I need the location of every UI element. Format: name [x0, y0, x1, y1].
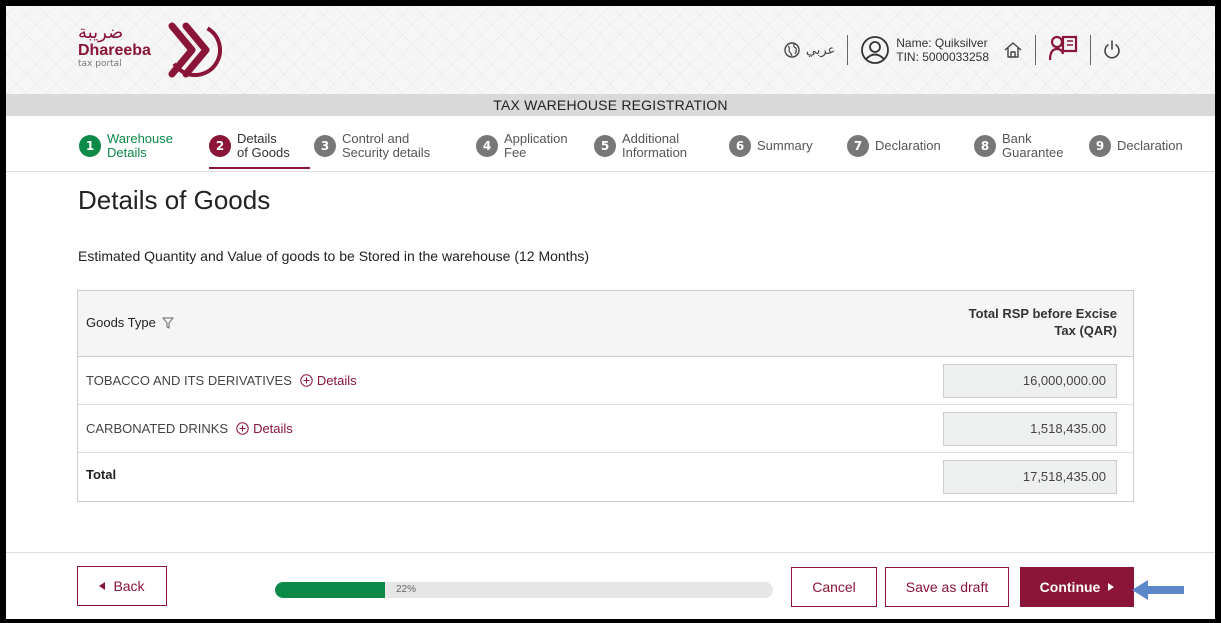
logo-arabic: ضريبة	[78, 22, 124, 43]
step-label: Control and	[342, 131, 410, 146]
logout-power-icon[interactable]	[1103, 40, 1121, 60]
step-label: Bank	[1002, 131, 1032, 146]
section-subtitle: Estimated Quantity and Value of goods to…	[78, 248, 590, 264]
column-label: Goods Type	[86, 315, 156, 330]
language-label: عربي	[805, 42, 836, 58]
user-tin: TIN: 5000033258	[896, 50, 989, 64]
step-number: 6	[729, 135, 751, 157]
table-row: CARBONATED DRINKS Details 1,518,435.00	[78, 405, 1133, 453]
step-number: 5	[594, 135, 616, 157]
plus-circle-icon	[236, 422, 249, 435]
step-label: Additional	[622, 131, 680, 146]
filter-icon[interactable]	[161, 317, 174, 329]
goods-type-column-header[interactable]: Goods Type	[86, 315, 174, 330]
step-label: Details	[237, 131, 277, 146]
step-number: 2	[209, 135, 231, 157]
back-label: Back	[113, 578, 145, 594]
divider	[847, 35, 849, 65]
user-guide-icon[interactable]	[1048, 34, 1078, 66]
step-number: 7	[847, 135, 869, 157]
user-profile[interactable]: Name: Quiksilver TIN: 5000033258	[860, 35, 989, 65]
step-label: Security details	[342, 145, 431, 160]
total-row: Total 17,518,435.00	[78, 453, 1133, 501]
step-label: of Goods	[237, 145, 290, 160]
step-label: Declaration	[875, 138, 941, 153]
page-title: Details of Goods	[78, 185, 271, 215]
back-button[interactable]: Back	[77, 566, 167, 606]
page-band-title: TAX WAREHOUSE REGISTRATION	[6, 94, 1215, 116]
progress-label: 22%	[396, 584, 417, 595]
column-label: Tax (QAR)	[1054, 323, 1117, 338]
active-step-underline	[209, 167, 310, 169]
rsp-column-header: Total RSP before Excise Tax (QAR)	[947, 305, 1117, 339]
divider	[1090, 35, 1091, 65]
step-label: Summary	[757, 138, 813, 153]
divider	[1035, 35, 1036, 65]
registration-stepper: 1 Warehouse Details 2 Details of Goods 3 C…	[6, 118, 1215, 172]
progress-bar	[275, 582, 773, 598]
top-header: ضريبة Dhareeba tax portal عربي Name: Qui…	[6, 6, 1215, 94]
step-additional-information[interactable]: 5 Additional Information	[594, 126, 687, 166]
home-icon[interactable]	[1003, 40, 1023, 60]
details-link-label: Details	[316, 373, 357, 388]
step-number: 3	[314, 135, 336, 157]
continue-label: Continue	[1039, 579, 1101, 595]
annotation-arrow-icon	[1132, 580, 1184, 600]
dhareeba-logo-text[interactable]: ضريبة Dhareeba tax portal	[78, 22, 168, 70]
progress-fill	[275, 582, 385, 598]
step-label: Details	[107, 145, 147, 160]
table-header: Goods Type Total RSP before Excise Tax (…	[78, 291, 1133, 357]
step-bank-guarantee[interactable]: 8 Bank Guarantee	[974, 126, 1063, 166]
language-switch[interactable]: عربي	[784, 42, 835, 58]
rsp-value-field: 16,000,000.00	[943, 364, 1117, 398]
save-draft-button[interactable]: Save as draft	[885, 567, 1009, 607]
goods-type-name: TOBACCO AND ITS DERIVATIVES	[86, 373, 292, 388]
globe-icon	[784, 42, 800, 58]
table-row: TOBACCO AND ITS DERIVATIVES Details 16,0…	[78, 357, 1133, 405]
logo-english: Dhareeba	[78, 42, 151, 59]
footer-bar: Back 22% Cancel Save as draft Continue	[6, 552, 1215, 619]
step-label: Information	[622, 145, 688, 160]
step-number: 8	[974, 135, 996, 157]
step-label: Fee	[504, 145, 527, 160]
step-label: Warehouse	[107, 131, 173, 146]
step-control-security[interactable]: 3 Control and Security details	[314, 126, 430, 166]
step-label: Declaration	[1117, 138, 1183, 153]
step-number: 1	[79, 135, 101, 157]
step-declaration[interactable]: 7 Declaration	[847, 126, 941, 166]
continue-button[interactable]: Continue	[1020, 567, 1134, 607]
step-number: 9	[1089, 135, 1111, 157]
details-link[interactable]: Details	[236, 421, 293, 436]
triangle-left-icon	[99, 582, 106, 590]
step-details-of-goods[interactable]: 2 Details of Goods	[209, 126, 290, 166]
triangle-right-icon	[1108, 583, 1115, 591]
column-label: Total RSP before Excise	[968, 306, 1117, 321]
total-label: Total	[86, 467, 117, 482]
step-label: Guarantee	[1002, 145, 1064, 160]
goods-table: Goods Type Total RSP before Excise Tax (…	[77, 290, 1134, 502]
step-number: 4	[476, 135, 498, 157]
dhareeba-logo-icon	[168, 22, 222, 78]
details-link-label: Details	[253, 421, 293, 436]
user-name: Name: Quiksilver	[896, 36, 988, 50]
header-actions: عربي Name: Quiksilver TIN: 5000033258	[784, 28, 1121, 72]
total-value-field: 17,518,435.00	[943, 460, 1117, 494]
cancel-button[interactable]: Cancel	[791, 567, 877, 607]
user-icon	[861, 36, 890, 64]
details-link[interactable]: Details	[300, 373, 357, 388]
step-summary[interactable]: 6 Summary	[729, 126, 813, 166]
step-final-declaration[interactable]: 9 Declaration	[1089, 126, 1183, 166]
step-application-fee[interactable]: 4 Application Fee	[476, 126, 568, 166]
goods-type-name: CARBONATED DRINKS	[86, 421, 229, 436]
step-warehouse-details[interactable]: 1 Warehouse Details	[79, 126, 173, 166]
logo-subtitle: tax portal	[78, 59, 122, 69]
rsp-value-field: 1,518,435.00	[943, 412, 1117, 446]
step-label: Application	[504, 131, 568, 146]
plus-circle-icon	[300, 374, 313, 387]
